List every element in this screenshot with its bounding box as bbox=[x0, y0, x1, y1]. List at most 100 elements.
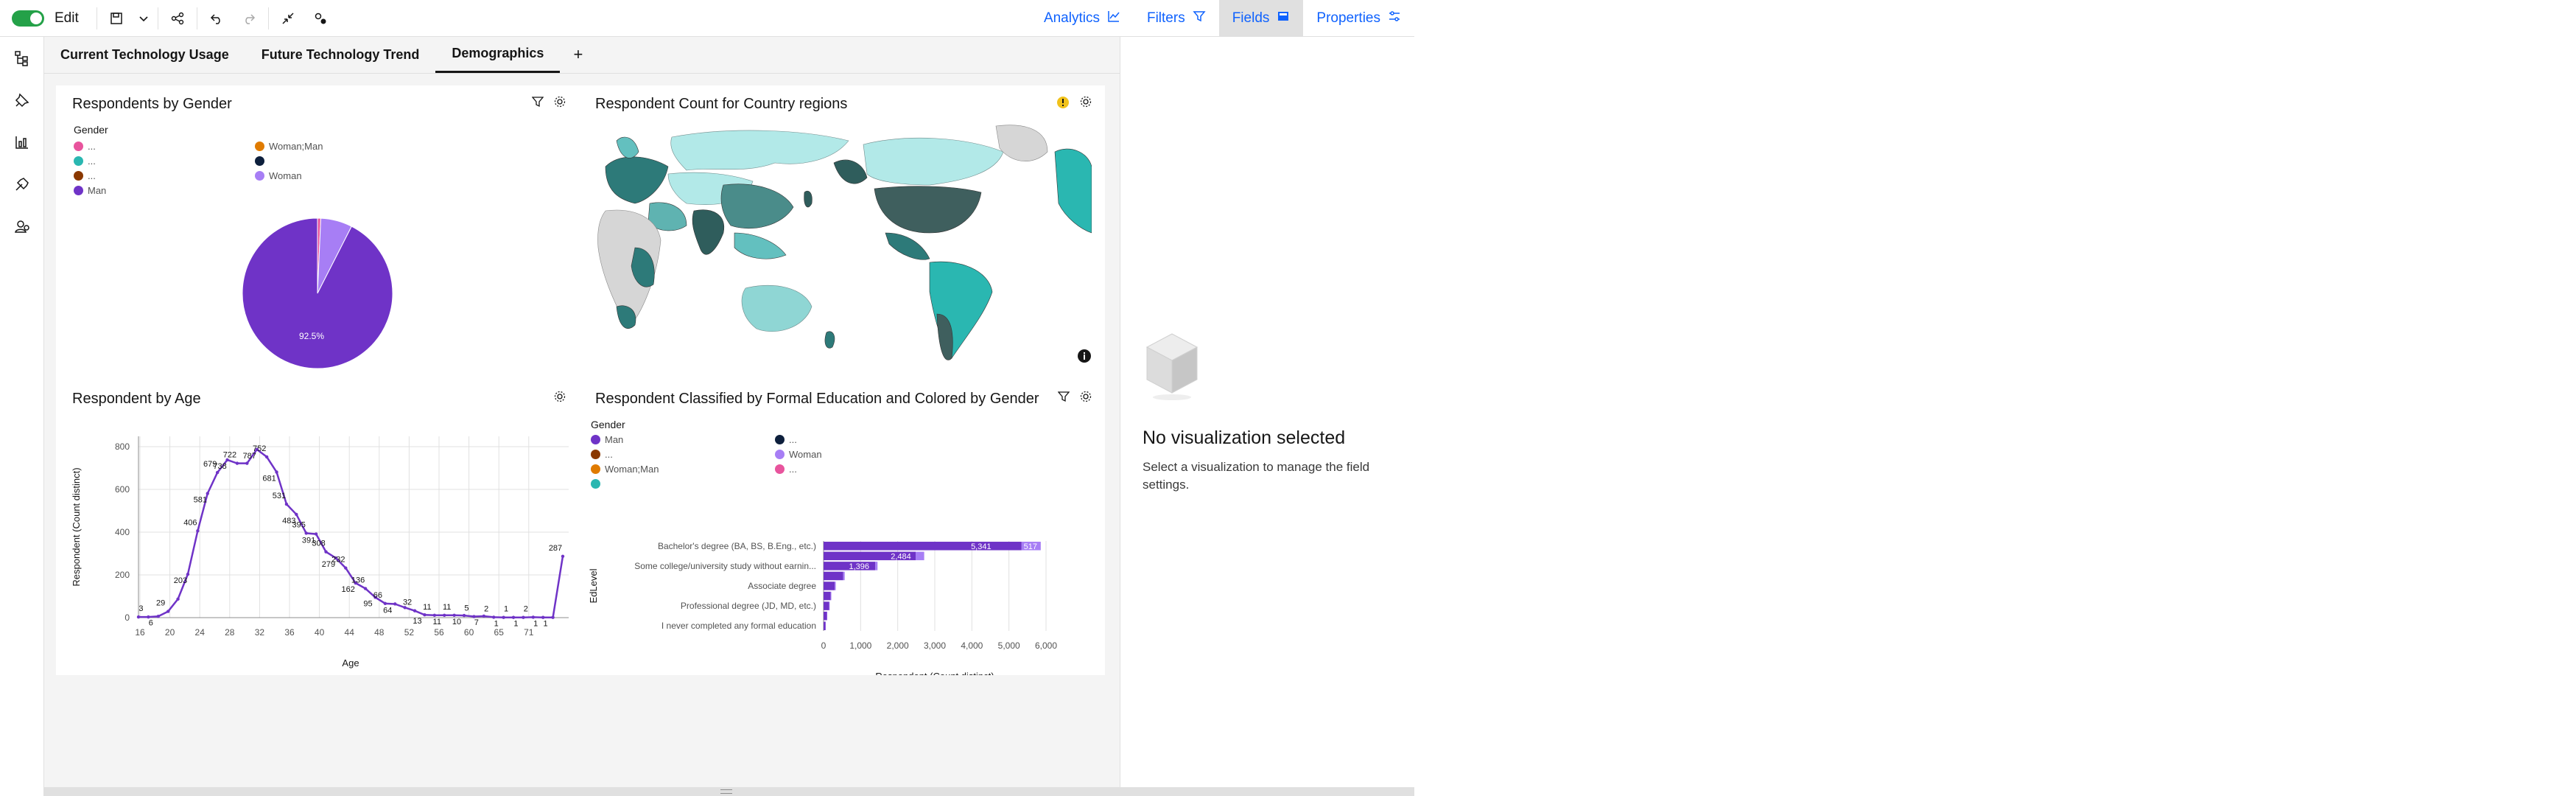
scrollbar-grip[interactable] bbox=[720, 789, 732, 794]
x-tick-label: 1,000 bbox=[849, 640, 871, 651]
age-data-point[interactable] bbox=[235, 461, 239, 465]
education-bar[interactable] bbox=[824, 621, 826, 630]
age-data-point[interactable] bbox=[295, 512, 298, 517]
age-data-point[interactable] bbox=[324, 550, 328, 554]
age-data-label: 11 bbox=[433, 618, 441, 626]
age-data-point[interactable] bbox=[452, 613, 456, 618]
age-data-point[interactable] bbox=[136, 615, 141, 619]
age-data-point[interactable] bbox=[551, 615, 555, 619]
pin-icon[interactable] bbox=[0, 79, 44, 121]
education-bar[interactable] bbox=[824, 571, 843, 581]
horizontal-scrollbar[interactable] bbox=[44, 787, 1414, 796]
education-bar[interactable] bbox=[824, 591, 831, 601]
fields-tab[interactable]: Fields bbox=[1218, 0, 1304, 37]
tab-future-technology-trend[interactable]: Future Technology Trend bbox=[245, 36, 436, 73]
widgets-icon[interactable] bbox=[0, 163, 44, 205]
education-bar[interactable] bbox=[824, 542, 1022, 551]
education-bar[interactable] bbox=[829, 601, 830, 610]
age-card[interactable]: Respondent by Age 0 200 400 600 800 16 20 24 28 3… bbox=[56, 380, 579, 675]
education-bar[interactable] bbox=[835, 582, 836, 590]
age-data-point[interactable] bbox=[492, 615, 496, 619]
education-bar[interactable] bbox=[875, 562, 878, 570]
save-icon[interactable] bbox=[100, 0, 133, 37]
education-bar[interactable] bbox=[827, 611, 828, 621]
age-data-point[interactable] bbox=[522, 615, 525, 619]
pie-slice[interactable] bbox=[242, 217, 393, 369]
age-data-point[interactable] bbox=[284, 502, 289, 506]
age-data-point[interactable] bbox=[215, 470, 220, 475]
world-map bbox=[583, 122, 1092, 371]
education-bar[interactable] bbox=[830, 591, 832, 601]
x-tick-label: 36 bbox=[284, 627, 295, 638]
education-bar[interactable] bbox=[824, 582, 835, 590]
x-tick-label: 71 bbox=[524, 627, 534, 638]
age-data-point[interactable] bbox=[511, 615, 516, 619]
map-region-new-zealand bbox=[824, 331, 835, 349]
education-bar[interactable] bbox=[843, 571, 845, 581]
filters-tab-label: Filters bbox=[1146, 10, 1185, 26]
age-data-point[interactable] bbox=[264, 455, 269, 459]
settings-icon[interactable] bbox=[1080, 96, 1092, 113]
age-data-point[interactable] bbox=[462, 613, 466, 618]
age-data-point[interactable] bbox=[344, 566, 348, 570]
edit-mode-toggle[interactable] bbox=[12, 10, 44, 27]
y-tick-label: 0 bbox=[124, 612, 130, 623]
age-data-point[interactable] bbox=[156, 615, 160, 618]
age-data-point[interactable] bbox=[413, 609, 417, 612]
age-data-point[interactable] bbox=[531, 615, 536, 619]
assistant-icon[interactable] bbox=[0, 205, 44, 247]
education-bar[interactable] bbox=[916, 551, 924, 561]
age-data-point[interactable] bbox=[176, 597, 180, 601]
analytics-tab[interactable]: Analytics bbox=[1031, 0, 1134, 37]
warning-icon[interactable] bbox=[1056, 96, 1070, 113]
gender-card[interactable]: Respondents by Gender Gender ......... Ma… bbox=[56, 85, 579, 380]
info-icon[interactable] bbox=[1077, 349, 1092, 367]
properties-tab[interactable]: Properties bbox=[1303, 0, 1414, 37]
x-tick-label: 48 bbox=[374, 627, 385, 638]
age-data-point[interactable] bbox=[275, 470, 278, 474]
age-data-point[interactable] bbox=[383, 601, 387, 606]
share-icon[interactable] bbox=[161, 0, 194, 37]
age-data-point[interactable] bbox=[186, 572, 190, 576]
tab-demographics[interactable]: Demographics bbox=[435, 36, 561, 73]
collapse-icon[interactable] bbox=[272, 0, 304, 37]
age-data-point[interactable] bbox=[541, 615, 545, 619]
age-data-label: 738 bbox=[213, 462, 226, 471]
education-bar[interactable] bbox=[824, 601, 829, 610]
age-data-point[interactable] bbox=[561, 554, 565, 558]
redo-icon[interactable] bbox=[233, 0, 265, 37]
education-bar[interactable] bbox=[825, 621, 827, 630]
age-data-label: 1 bbox=[544, 620, 548, 629]
age-data-point[interactable] bbox=[363, 587, 368, 590]
add-tab-button[interactable]: + bbox=[560, 36, 596, 73]
top-toolbar: Edit Analytics Filters Fields Properties bbox=[0, 0, 1414, 37]
tab-current-technology-usage[interactable]: Current Technology Usage bbox=[44, 36, 245, 73]
visualizations-icon[interactable] bbox=[0, 121, 44, 163]
shapes-icon[interactable] bbox=[304, 0, 337, 37]
data-tree-icon[interactable] bbox=[0, 37, 44, 79]
education-data-label: 1,396 bbox=[849, 562, 869, 571]
education-card[interactable]: Respondent Classified by Formal Educatio… bbox=[579, 380, 1105, 675]
age-data-point[interactable] bbox=[443, 613, 446, 618]
age-data-point[interactable] bbox=[206, 492, 209, 495]
age-data-point[interactable] bbox=[502, 615, 505, 619]
age-data-point[interactable] bbox=[482, 614, 486, 618]
age-data-point[interactable] bbox=[423, 613, 427, 617]
age-data-point[interactable] bbox=[196, 529, 200, 533]
age-data-point[interactable] bbox=[304, 531, 308, 535]
age-data-label: 2 bbox=[484, 604, 488, 613]
toolbar-divider bbox=[267, 7, 269, 29]
age-data-point[interactable] bbox=[166, 610, 170, 613]
gender-pie-chart: 92.5% bbox=[242, 217, 393, 369]
x-tick-label: 56 bbox=[434, 627, 444, 638]
chevron-down-icon[interactable] bbox=[133, 0, 155, 37]
filters-tab[interactable]: Filters bbox=[1134, 0, 1219, 37]
age-data-point[interactable] bbox=[432, 613, 437, 618]
map-card-title: Respondent Count for Country regions bbox=[595, 96, 848, 112]
undo-icon[interactable] bbox=[200, 0, 233, 37]
age-data-point[interactable] bbox=[314, 532, 318, 536]
education-bar[interactable] bbox=[824, 611, 827, 621]
age-data-point[interactable] bbox=[245, 461, 249, 465]
age-data-point[interactable] bbox=[393, 602, 397, 606]
map-card[interactable]: Respondent Count for Country regions bbox=[579, 85, 1105, 380]
